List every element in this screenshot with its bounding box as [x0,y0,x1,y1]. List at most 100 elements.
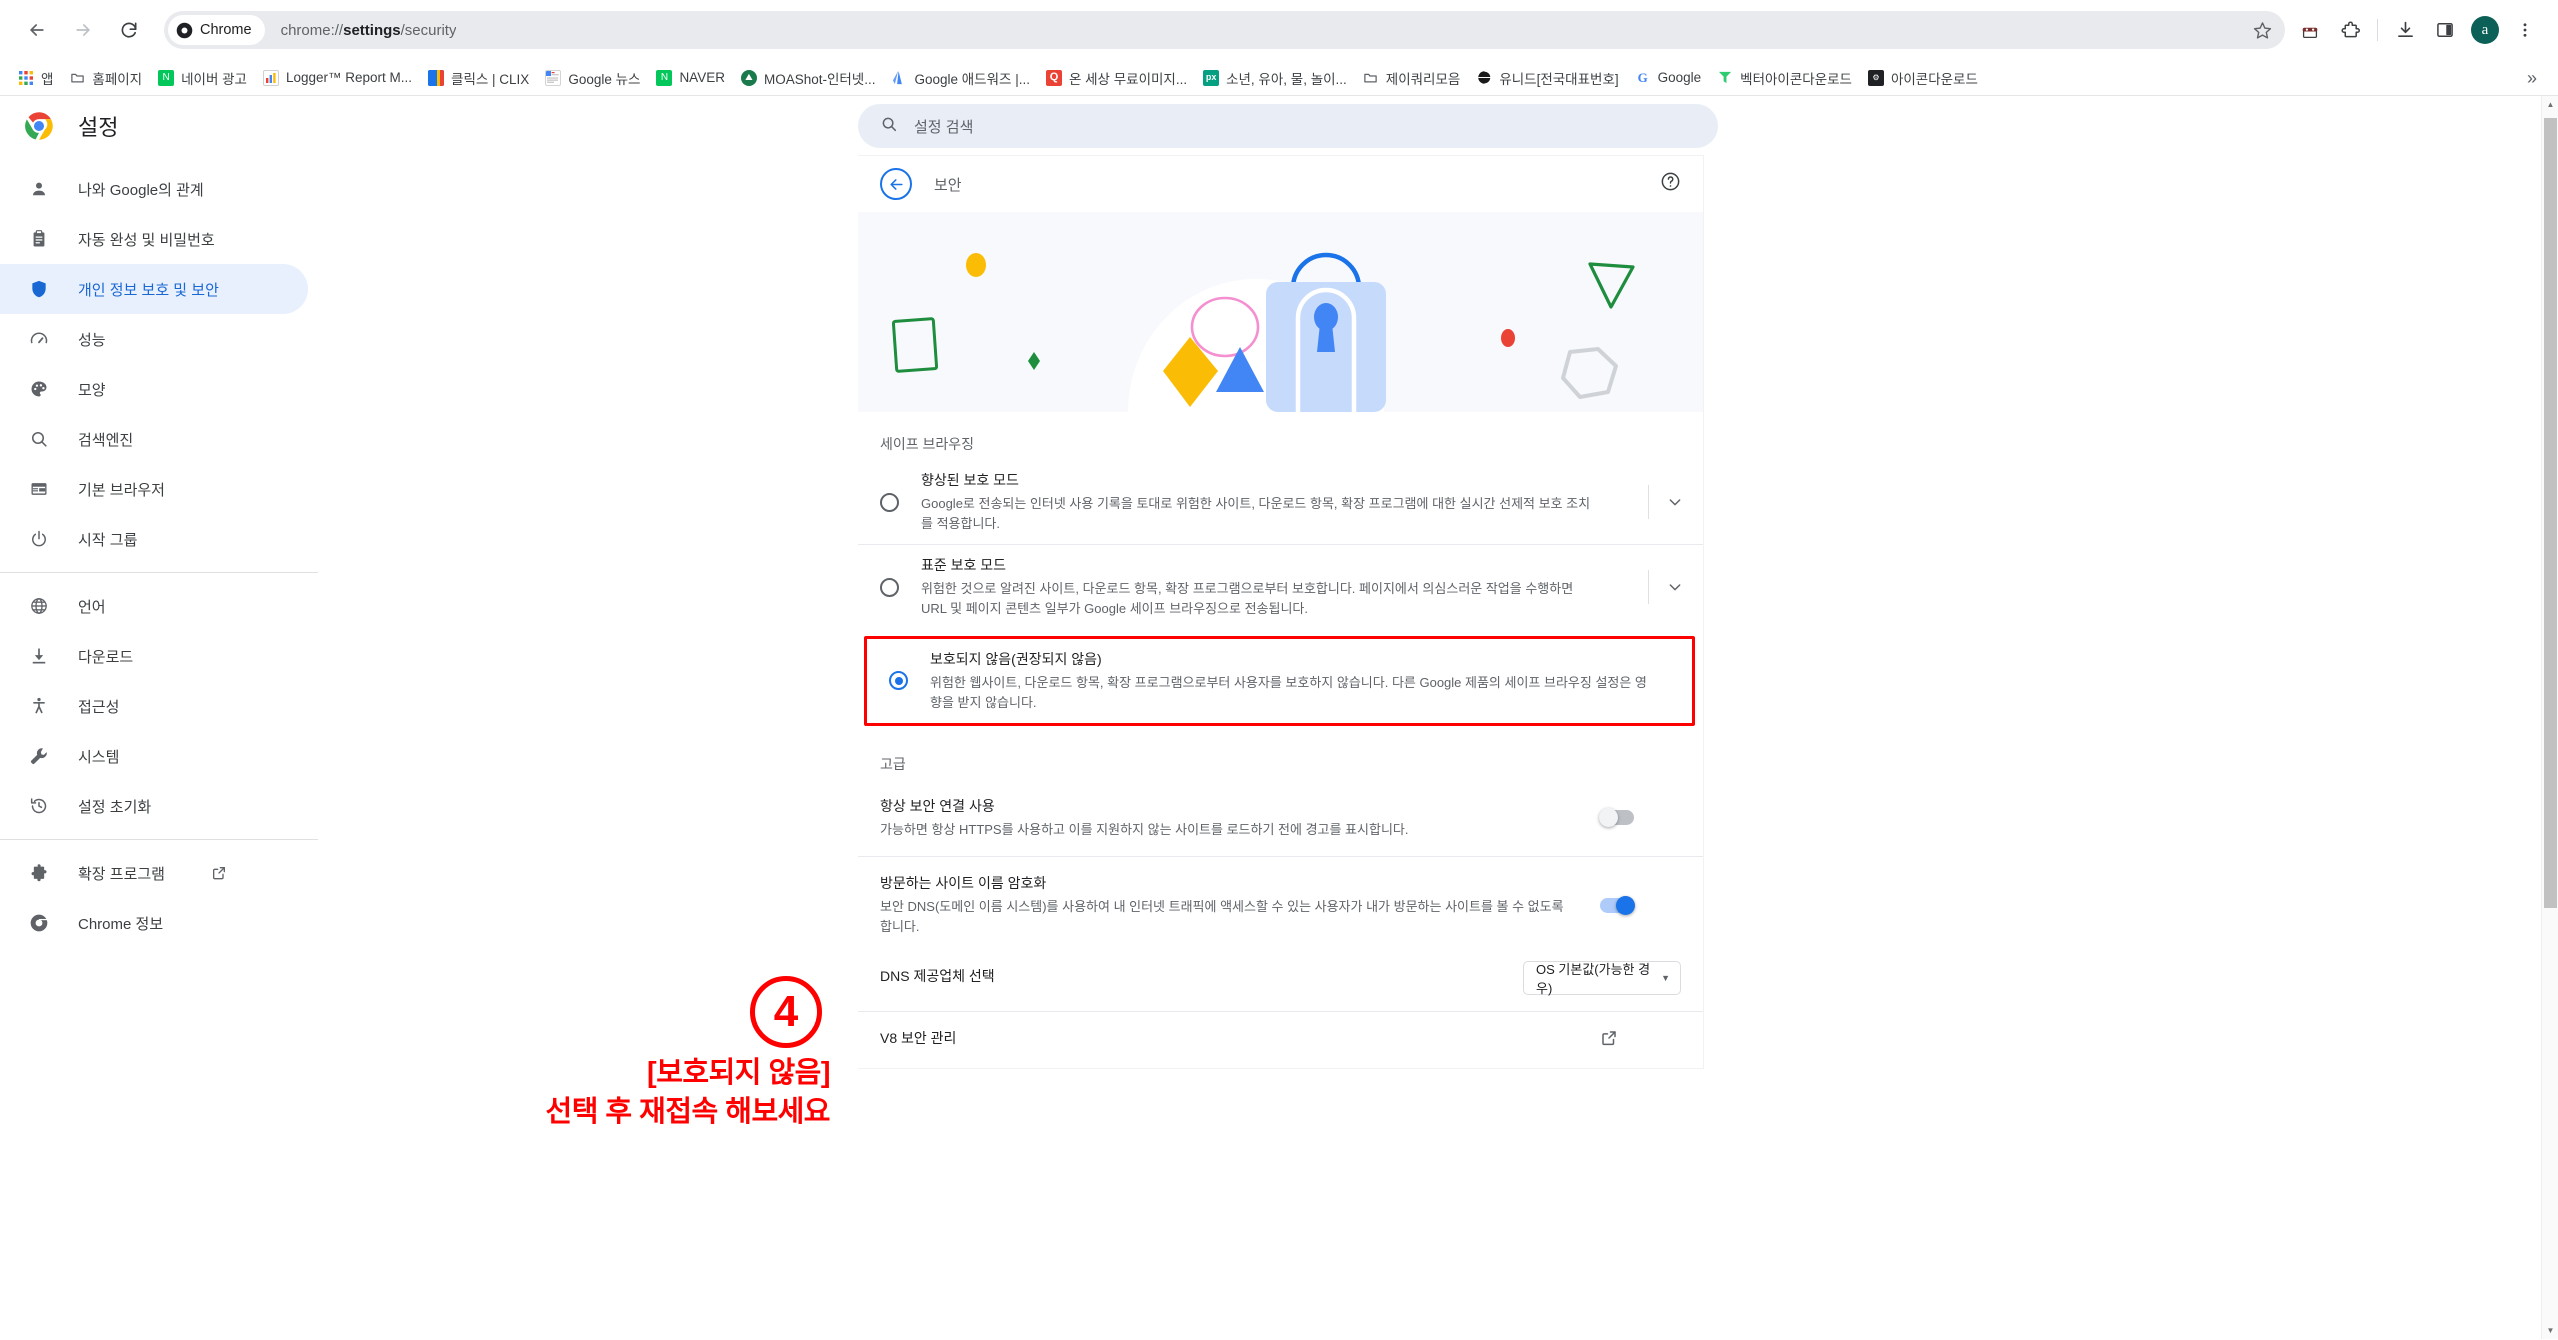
moashot-icon: ⛰ [740,69,757,86]
bookmarks-bar: 앱 홈페이지 N 네이버 광고 Logger™ Report M... 클릭스 … [0,60,2558,96]
chrome-chip[interactable]: Chrome [168,15,265,45]
option-title: 표준 보호 모드 [921,557,1007,574]
sidebar-item-extensions[interactable]: 확장 프로그램 [0,848,858,898]
bookmark-label: 앱 [41,71,54,87]
row-description: 보안 DNS(도메인 이름 시스템)를 사용하여 내 인터넷 트래픽에 액세스할… [880,898,1564,935]
extensions-button[interactable] [2331,11,2369,49]
bookmark-label: MOAShot-인터넷... [763,71,876,87]
clix-icon [428,69,445,86]
page-title: 설정 [78,115,119,140]
radio-enhanced[interactable] [880,492,899,512]
toggle-secure-dns[interactable] [1600,895,1635,915]
globe-icon [1476,70,1492,86]
expand-enhanced-button[interactable] [1648,485,1683,520]
bookmark-homepage[interactable]: 홈페이지 [61,64,150,92]
bookmark-pexels[interactable]: px 소년, 유아, 물, 놀이... [1195,64,1355,92]
external-link-icon[interactable] [1600,1029,1618,1052]
bookmark-star-button[interactable] [2247,15,2277,45]
radio-no-protection[interactable] [889,671,908,691]
arrow-back-icon [30,24,44,36]
reload-icon [121,22,137,38]
downloads-button[interactable] [2386,11,2424,49]
bookmark-apps[interactable]: 앱 [10,64,61,92]
profile-button[interactable]: a [2466,11,2504,49]
bookmark-google[interactable]: G Google [1627,66,1710,90]
speedometer-icon [28,328,50,350]
safe-browsing-option-enhanced[interactable]: 향상된 보호 모드 Google로 전송되는 인터넷 사용 기록을 토대로 위험… [858,460,1703,544]
incognito-button[interactable] [2291,11,2329,49]
bookmark-naver-ad[interactable]: N 네이버 광고 [150,64,255,92]
sidebar-item-system[interactable]: 시스템 [0,731,858,781]
sidebar-item-default-browser[interactable]: 기본 브라우저 [0,464,858,514]
chrome-logo-icon [25,112,53,140]
sidebar-item-label: 설정 초기화 [78,798,152,816]
bookmark-jquery-folder[interactable]: 제이쿼리모음 [1355,64,1469,92]
sidebar-item-about-chrome[interactable]: Chrome 정보 [0,898,858,948]
row-body: DNS 제공업체 선택 [880,966,1523,990]
toggle-https-first[interactable] [1599,808,1634,828]
back-button[interactable] [880,168,912,200]
bookmark-label: 유니드[전국대표번호] [1499,71,1619,87]
sidebar-item-privacy-security[interactable]: 개인 정보 보호 및 보안 [0,264,308,314]
bookmark-moashot[interactable]: ⛰ MOAShot-인터넷... [733,64,884,92]
safe-browsing-option-standard[interactable]: 표준 보호 모드 위험한 것으로 알려진 사이트, 다운로드 항목, 확장 프로… [858,544,1703,629]
bookmark-vector-icon-download[interactable]: 벡터아이콘다운로드 [1709,64,1860,92]
address-bar[interactable]: Chrome chrome://settings/security [164,11,2285,49]
advanced-row-dns-provider[interactable]: DNS 제공업체 선택 OS 기본값(가능한 경우) ▼ [858,953,1703,1011]
expand-standard-button[interactable] [1648,570,1683,605]
sidebar-item-you-and-google[interactable]: 나와 Google의 관계 [0,164,858,214]
scrollbar-thumb[interactable] [2544,118,2557,908]
bookmark-label: 홈페이지 [92,71,143,87]
bookmark-icon-download[interactable]: ⚙ 아이콘다운로드 [1860,64,1986,92]
security-card: 보안 세이프 브라우징 향상된 보호 모드 Google로 전송되는 인터넷 사… [858,156,1703,1069]
search-input[interactable]: 설정 검색 [858,104,1718,148]
row-title: DNS 제공업체 선택 [880,968,995,985]
safe-browsing-option-no-protection[interactable]: 보호되지 않음(권장되지 않음) 위험한 웹사이트, 다운로드 항목, 확장 프… [864,635,1695,726]
bookmark-logger-report[interactable]: Logger™ Report M... [255,66,420,90]
bookmark-google-adwords[interactable]: Google 애드워즈 |... [883,64,1037,92]
sidebar-item-appearance[interactable]: 모양 [0,364,858,414]
sidebar-item-languages[interactable]: 언어 [0,581,858,631]
chrome-menu-button[interactable] [2506,11,2544,49]
bookmark-free-images[interactable]: Q 온 세상 무료이미지... [1038,64,1195,92]
sidebar-divider-1 [0,572,318,573]
sidebar-item-reset-settings[interactable]: 설정 초기화 [0,781,858,831]
toggle-knob [1599,808,1618,828]
scroll-down-arrow[interactable]: ▼ [2542,1322,2558,1339]
sidebar-item-performance[interactable]: 성능 [0,314,858,364]
advanced-row-v8-security[interactable]: V8 보안 관리 [858,1011,1703,1068]
chrome-logo-icon [28,912,50,934]
sidebar-item-downloads[interactable]: 다운로드 [0,631,858,681]
scroll-up-arrow[interactable]: ▲ [2542,96,2558,113]
accessibility-icon [28,695,50,717]
arrow-back-icon [889,178,903,190]
bookmark-label: 온 세상 무료이미지... [1068,71,1188,87]
sidebar-item-autofill[interactable]: 자동 완성 및 비밀번호 [0,214,858,264]
sidebar-item-on-startup[interactable]: 시작 그룹 [0,514,858,564]
q-icon: Q [1045,69,1062,86]
page-scrollbar[interactable]: ▲ ▼ [2541,96,2558,1339]
option-body: 보호되지 않음(권장되지 않음) 위험한 웹사이트, 다운로드 항목, 확장 프… [930,649,1675,713]
back-button[interactable] [14,7,60,53]
chart-icon [262,69,279,86]
help-button[interactable] [1660,171,1681,197]
forward-button[interactable] [60,7,106,53]
palette-icon [28,378,50,400]
reload-button[interactable] [106,7,152,53]
bookmark-clix[interactable]: 클릭스 | CLIX [420,64,537,92]
sidebar-item-search-engine[interactable]: 검색엔진 [0,414,858,464]
bookmarks-overflow-button[interactable]: » [2516,60,2548,95]
bookmark-unid[interactable]: 유니드[전국대표번호] [1468,64,1626,92]
security-hero-illustration [858,212,1703,412]
bookmark-naver[interactable]: N NAVER [648,66,733,90]
advanced-row-https-first[interactable]: 항상 보안 연결 사용 가능하면 항상 HTTPS를 사용하고 이를 지원하지 … [858,780,1703,856]
bookmark-google-news[interactable]: Google 뉴스 [537,64,648,92]
bookmark-label: Google 애드워즈 |... [914,71,1030,87]
adwords-icon [891,70,907,86]
dns-provider-select[interactable]: OS 기본값(가능한 경우) ▼ [1523,961,1681,996]
sidebar-item-accessibility[interactable]: 접근성 [0,681,858,731]
radio-standard[interactable] [880,577,899,597]
advanced-row-secure-dns[interactable]: 방문하는 사이트 이름 암호화 보안 DNS(도메인 이름 시스템)를 사용하여… [858,855,1703,953]
google-news-icon [545,69,562,86]
side-panel-button[interactable] [2426,11,2464,49]
